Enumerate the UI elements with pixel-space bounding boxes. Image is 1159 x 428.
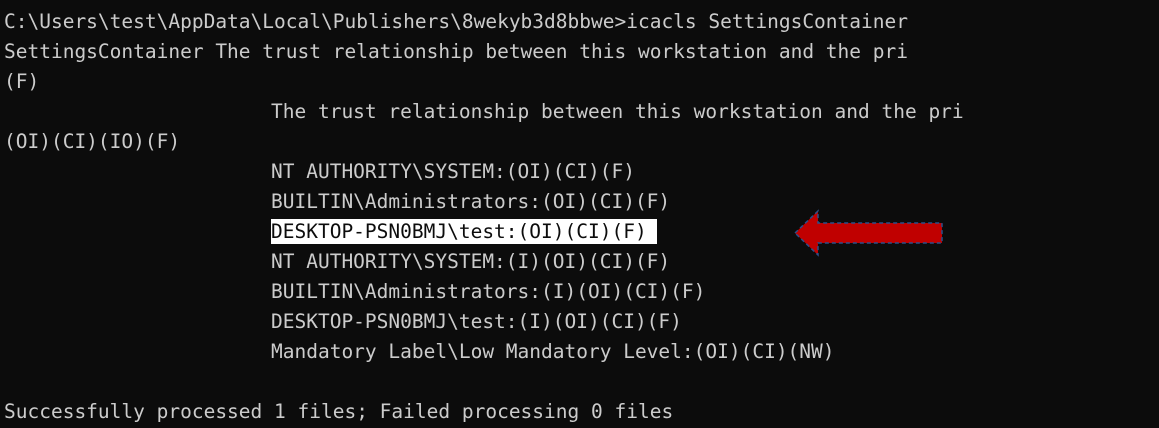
- trust-line: The trust relationship between this work…: [4, 97, 1159, 127]
- acl-entry-text: Mandatory Label\Low Mandatory Level:(OI)…: [271, 340, 835, 363]
- acl-entry: BUILTIN\Administrators:(I)(OI)(CI)(F): [4, 277, 1159, 307]
- command-line: C:\Users\test\AppData\Local\Publishers\8…: [4, 10, 908, 33]
- acl-entry: Mandatory Label\Low Mandatory Level:(OI)…: [4, 337, 1159, 367]
- result-line: SettingsContainer The trust relationship…: [4, 40, 908, 63]
- acl-entry-text: NT AUTHORITY\SYSTEM:(I)(OI)(CI)(F): [271, 250, 671, 273]
- acl-entry-text: BUILTIN\Administrators:(OI)(CI)(F): [271, 190, 671, 213]
- acl-entry: NT AUTHORITY\SYSTEM:(OI)(CI)(F): [4, 157, 1159, 187]
- permission-oi-ci-io-f: (OI)(CI)(IO)(F): [4, 130, 181, 153]
- left-arrow-icon: [793, 209, 943, 257]
- acl-entry: BUILTIN\Administrators:(OI)(CI)(F): [4, 187, 1159, 217]
- permission-f: (F): [4, 70, 40, 93]
- summary-line: Successfully processed 1 files; Failed p…: [4, 400, 674, 423]
- trust-line-text: The trust relationship between this work…: [271, 100, 964, 123]
- acl-entry-text: DESKTOP-PSN0BMJ\test:(I)(OI)(CI)(F): [271, 310, 682, 333]
- acl-entry-text: NT AUTHORITY\SYSTEM:(OI)(CI)(F): [271, 160, 635, 183]
- acl-entry-highlighted: DESKTOP-PSN0BMJ\test:(OI)(CI)(F): [4, 217, 1159, 247]
- acl-entry: NT AUTHORITY\SYSTEM:(I)(OI)(CI)(F): [4, 247, 1159, 277]
- acl-entry-text: BUILTIN\Administrators:(I)(OI)(CI)(F): [271, 280, 706, 303]
- selected-acl-entry[interactable]: DESKTOP-PSN0BMJ\test:(OI)(CI)(F): [271, 219, 657, 244]
- acl-entry: DESKTOP-PSN0BMJ\test:(I)(OI)(CI)(F): [4, 307, 1159, 337]
- console-output[interactable]: C:\Users\test\AppData\Local\Publishers\8…: [4, 7, 1159, 428]
